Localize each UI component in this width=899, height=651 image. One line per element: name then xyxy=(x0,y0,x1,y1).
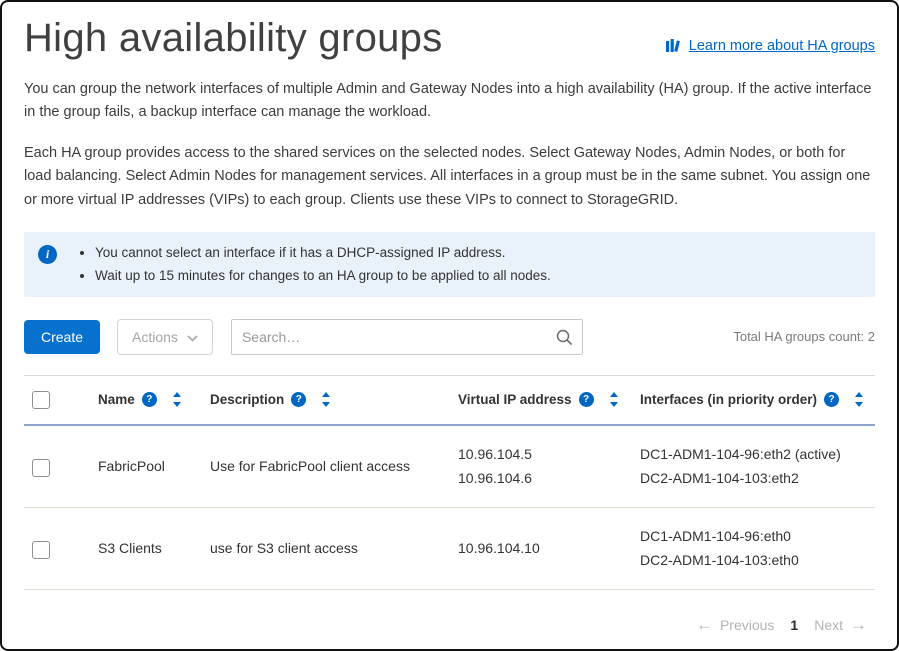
column-label-name: Name xyxy=(98,392,135,407)
learn-more-link[interactable]: Learn more about HA groups xyxy=(665,38,875,54)
ha-groups-table: Name ? Description ? xyxy=(24,375,875,590)
sort-icon[interactable] xyxy=(854,392,864,407)
pagination-previous[interactable]: ← Previous xyxy=(696,616,774,633)
ha-groups-page: High availability groups Learn more abou… xyxy=(0,0,899,651)
search-input[interactable] xyxy=(231,319,583,355)
sort-icon[interactable] xyxy=(321,392,331,407)
info-bullet-2: Wait up to 15 minutes for changes to an … xyxy=(95,265,551,287)
info-bullet-list: You cannot select an interface if it has… xyxy=(95,242,551,287)
interface-line: DC2-ADM1-104-103:eth0 xyxy=(640,548,867,573)
cell-description: use for S3 client access xyxy=(202,507,450,589)
interface-line: DC1-ADM1-104-96:eth0 xyxy=(640,524,867,549)
actions-button-label: Actions xyxy=(132,329,178,345)
cell-virtual-ips: 10.96.104.5 10.96.104.6 xyxy=(450,425,632,508)
row-checkbox[interactable] xyxy=(32,459,50,477)
vip-line: 10.96.104.5 xyxy=(458,442,624,467)
sort-icon[interactable] xyxy=(609,392,619,407)
help-icon[interactable]: ? xyxy=(142,392,157,407)
book-icon xyxy=(665,38,682,54)
learn-more-label: Learn more about HA groups xyxy=(689,38,875,54)
table-header-row: Name ? Description ? xyxy=(24,375,875,425)
toolbar: Create Actions Total HA groups count: 2 xyxy=(24,319,875,355)
intro-paragraph-1: You can group the network interfaces of … xyxy=(24,78,875,125)
select-all-checkbox[interactable] xyxy=(32,391,50,409)
sort-icon[interactable] xyxy=(172,392,182,407)
pagination-next[interactable]: Next → xyxy=(814,616,867,633)
cell-name: FabricPool xyxy=(90,425,202,508)
info-icon: i xyxy=(38,245,57,264)
interface-line: DC2-ADM1-104-103:eth2 xyxy=(640,466,867,491)
column-header-virtual-ip[interactable]: Virtual IP address ? xyxy=(450,375,632,425)
interface-line: DC1-ADM1-104-96:eth2 (active) xyxy=(640,442,867,467)
vip-line: 10.96.104.10 xyxy=(458,536,624,561)
column-label-virtual-ip: Virtual IP address xyxy=(458,392,572,407)
total-count: Total HA groups count: 2 xyxy=(733,329,875,344)
table-row-fabricpool[interactable]: FabricPool Use for FabricPool client acc… xyxy=(24,425,875,508)
arrow-right-icon: → xyxy=(850,616,867,633)
arrow-left-icon: ← xyxy=(696,616,713,633)
column-header-name[interactable]: Name ? xyxy=(90,375,202,425)
row-checkbox[interactable] xyxy=(32,541,50,559)
table-row-s3-clients[interactable]: S3 Clients use for S3 client access 10.9… xyxy=(24,507,875,589)
search-icon[interactable] xyxy=(555,328,573,346)
column-label-interfaces: Interfaces (in priority order) xyxy=(640,392,817,407)
cell-interfaces: DC1-ADM1-104-96:eth2 (active) DC2-ADM1-1… xyxy=(632,425,875,508)
pagination-next-label: Next xyxy=(814,617,843,633)
info-bullet-1: You cannot select an interface if it has… xyxy=(95,242,551,264)
help-icon[interactable]: ? xyxy=(291,392,306,407)
column-header-description[interactable]: Description ? xyxy=(202,375,450,425)
cell-description: Use for FabricPool client access xyxy=(202,425,450,508)
column-header-interfaces[interactable]: Interfaces (in priority order) ? xyxy=(632,375,875,425)
vip-line: 10.96.104.6 xyxy=(458,466,624,491)
page-title: High availability groups xyxy=(24,16,443,61)
pagination-previous-label: Previous xyxy=(720,617,774,633)
info-banner: i You cannot select an interface if it h… xyxy=(24,232,875,297)
create-button[interactable]: Create xyxy=(24,320,100,354)
help-icon[interactable]: ? xyxy=(824,392,839,407)
help-icon[interactable]: ? xyxy=(579,392,594,407)
search-box xyxy=(231,319,583,355)
column-label-description: Description xyxy=(210,392,284,407)
page-header: High availability groups Learn more abou… xyxy=(24,16,875,61)
cell-name: S3 Clients xyxy=(90,507,202,589)
intro-paragraph-2: Each HA group provides access to the sha… xyxy=(24,142,875,212)
chevron-down-icon xyxy=(187,329,198,345)
pagination-page-1[interactable]: 1 xyxy=(790,617,798,633)
cell-interfaces: DC1-ADM1-104-96:eth0 DC2-ADM1-104-103:et… xyxy=(632,507,875,589)
actions-button[interactable]: Actions xyxy=(117,319,213,355)
pagination: ← Previous 1 Next → xyxy=(696,616,867,633)
cell-virtual-ips: 10.96.104.10 xyxy=(450,507,632,589)
